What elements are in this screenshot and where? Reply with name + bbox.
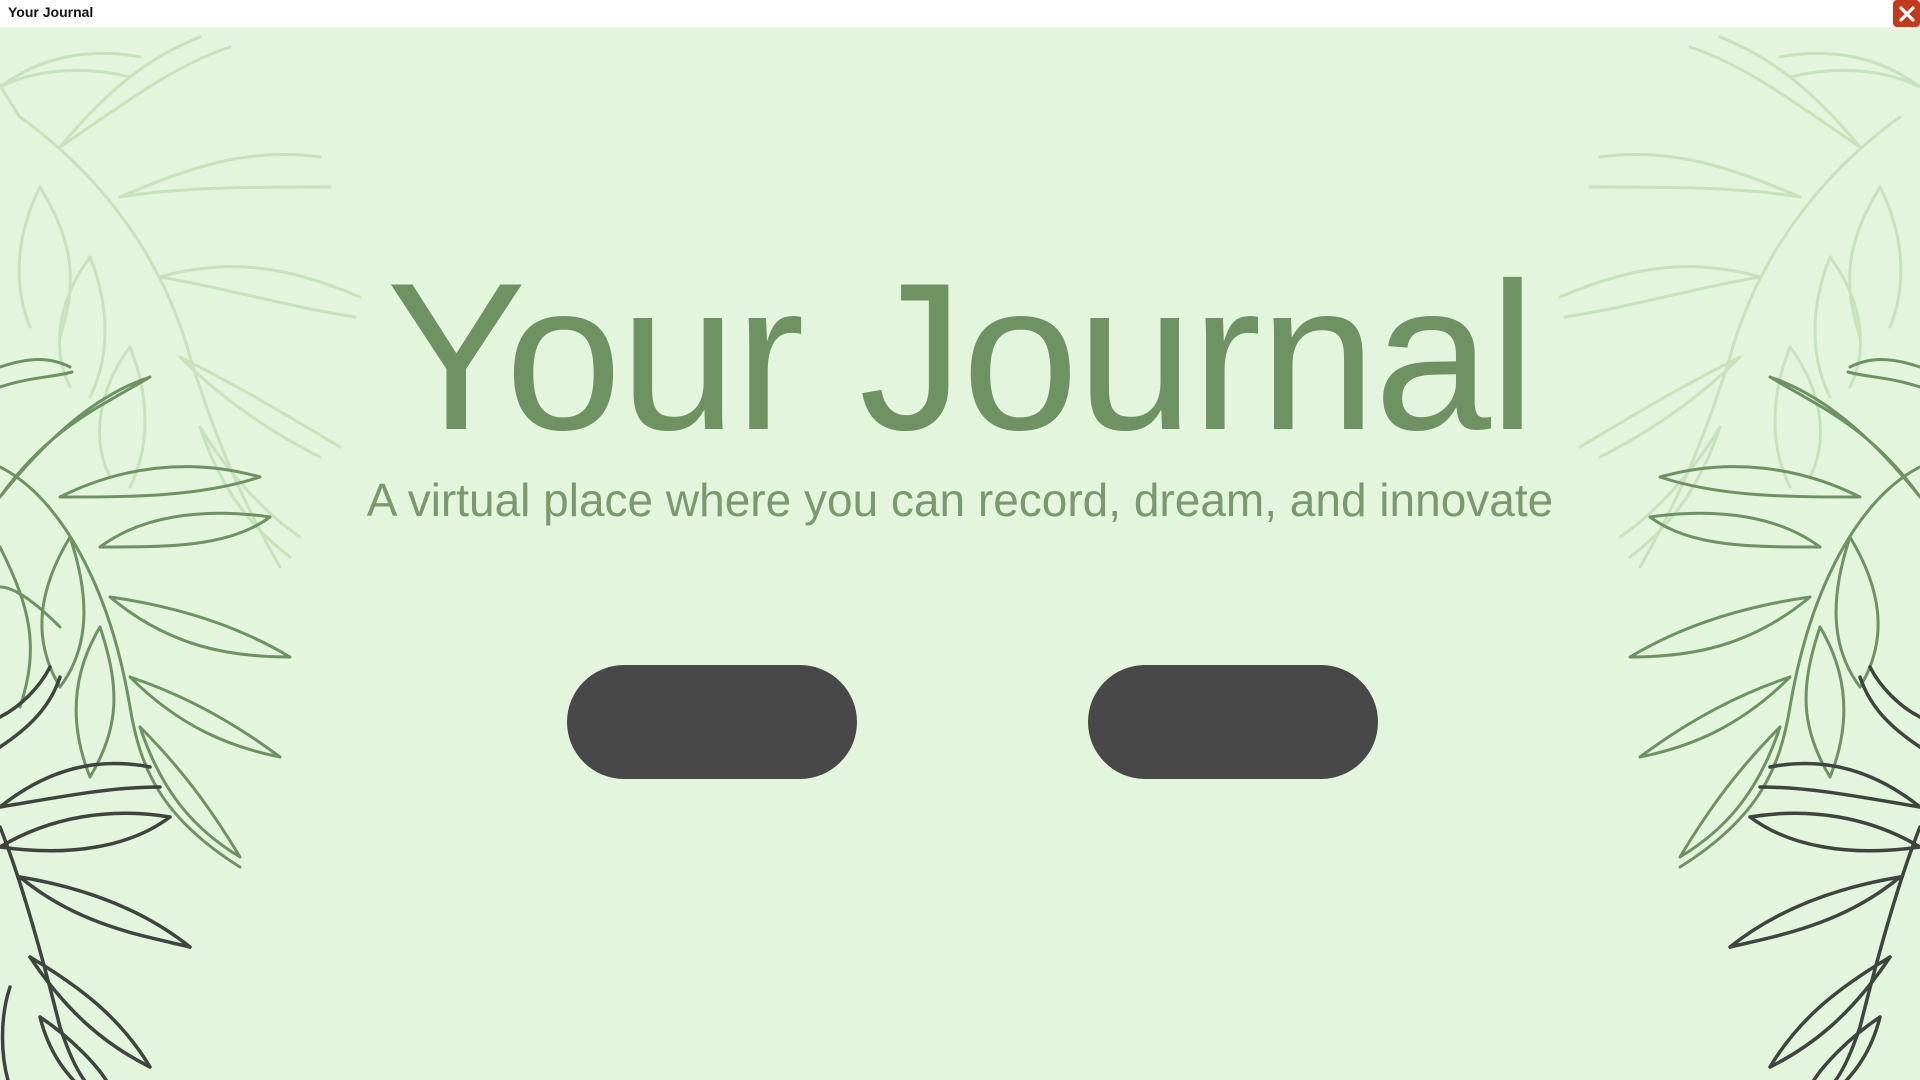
primary-action-button[interactable] xyxy=(567,665,857,779)
close-icon xyxy=(1898,5,1915,22)
title-bar: Your Journal xyxy=(0,0,1920,27)
main-content: Your Journal A virtual place where you c… xyxy=(0,27,1920,1080)
page-subtitle: A virtual place where you can record, dr… xyxy=(366,474,1554,526)
page-title: Your Journal xyxy=(386,239,1535,474)
secondary-action-button[interactable] xyxy=(1088,665,1378,779)
app-window: Your Journal Your Journal A virtual plac… xyxy=(0,0,1920,1080)
close-button[interactable] xyxy=(1893,0,1920,27)
window-title: Your Journal xyxy=(8,4,94,20)
